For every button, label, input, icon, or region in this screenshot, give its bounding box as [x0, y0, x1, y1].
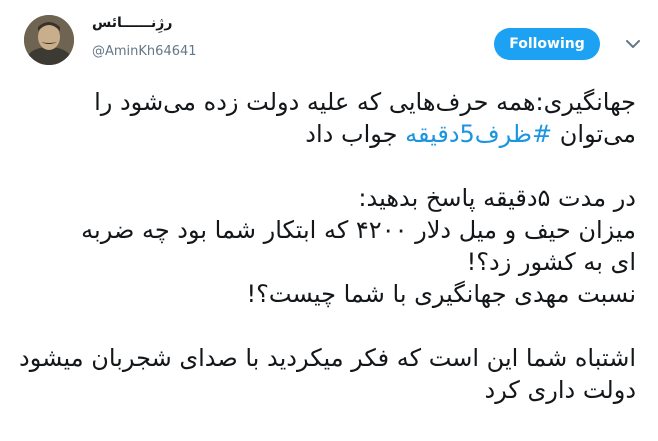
tweet-text-segment: جواب داد — [305, 120, 406, 148]
tweet-line: نسبت مهدی جهانگیری با شما چیست؟! — [246, 280, 636, 308]
tweet-text-segment: می‌توان — [552, 120, 636, 148]
hashtag-link[interactable]: #ظرف5دقیقه — [405, 120, 552, 148]
tweet-line: ای به کشور زد؟! — [466, 248, 636, 276]
tweet-line: اشتباه شما این است که فکر میکردید با صدا… — [19, 344, 636, 372]
tweet-line: میزان حیف و میل دلار ۴۲۰۰ که ابتکار شما … — [81, 216, 636, 244]
author-display-name[interactable]: رژِنــــــائس — [92, 15, 172, 31]
portrait-image — [24, 15, 74, 65]
tweet-header: رژِنــــــائس @AminKh64641 Following — [0, 0, 658, 80]
chevron-down-icon[interactable] — [624, 36, 642, 50]
author-avatar[interactable] — [24, 15, 74, 65]
following-button[interactable]: Following — [494, 28, 600, 60]
tweet-text: جهانگیری:همه حرف‌هایی که علیه دولت زده م… — [19, 86, 637, 406]
tweet-line: دولت داری کرد — [484, 376, 637, 404]
tweet-line: در مدت ۵دقیقه پاسخ بدهید: — [358, 184, 636, 212]
tweet-line: می‌توان #ظرف5دقیقه جواب داد — [22, 118, 636, 150]
author-handle[interactable]: @AminKh64641 — [92, 44, 197, 59]
tweet-line: جهانگیری:همه حرف‌هایی که علیه دولت زده م… — [94, 88, 636, 116]
